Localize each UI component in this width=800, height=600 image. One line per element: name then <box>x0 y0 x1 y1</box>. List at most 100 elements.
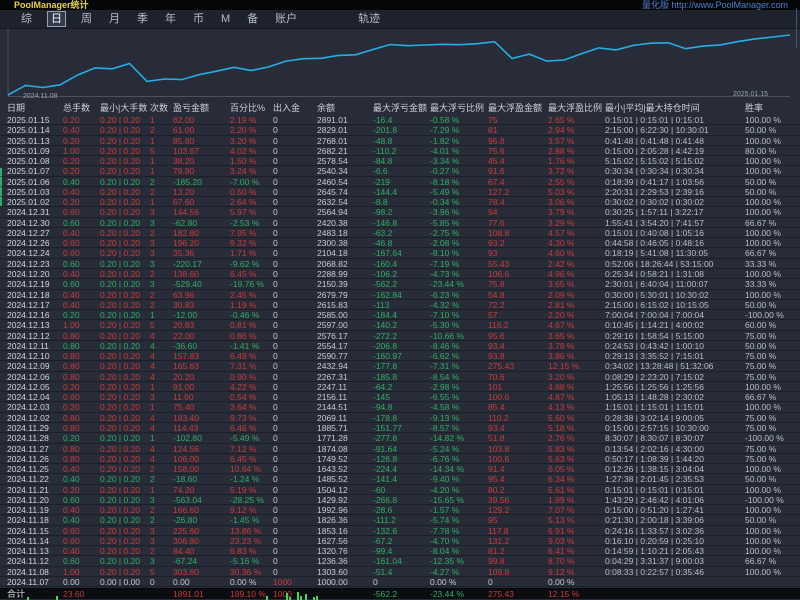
table-cell: 75.6 <box>488 146 548 155</box>
table-cell: 2025.01.09 <box>7 146 63 155</box>
table-row[interactable]: 2024.12.190.600.20 | 0.203-529.40-19.76 … <box>0 279 800 289</box>
table-cell: -4.20 % <box>430 485 488 494</box>
table-row[interactable]: 2024.12.180.400.20 | 0.20263.962.45 %026… <box>0 290 800 300</box>
table-row[interactable]: 2024.11.200.600.20 | 0.203-563.04-28.25 … <box>0 495 800 505</box>
table-cell: 0.80 <box>63 351 100 360</box>
table-cell: 6.34 % <box>548 474 605 483</box>
table-row[interactable]: 2024.12.270.400.20 | 0.202182.807.95 %02… <box>0 228 800 238</box>
table-row[interactable]: 2024.12.200.400.20 | 0.202138.606.45 %02… <box>0 269 800 279</box>
table-row[interactable]: 2024.11.290.800.20 | 0.204114.436.46 %01… <box>0 423 800 433</box>
table-row[interactable]: 2025.01.080.200.20 | 0.20138.201.50 %025… <box>0 156 800 166</box>
table-cell: 1.00 <box>63 146 100 155</box>
table-cell: 4 <box>150 444 173 453</box>
table-cell: 2576.17 <box>317 331 373 340</box>
table-row[interactable]: 2024.12.060.800.20 | 0.20420.200.90 %022… <box>0 372 800 382</box>
table-row[interactable]: 2024.11.220.400.20 | 0.202-18.60-1.24 %0… <box>0 474 800 484</box>
vendor-link[interactable]: 量化版 http://www.PoolManager.com <box>642 0 788 10</box>
table-cell: 2024.11.22 <box>7 474 63 483</box>
table-row[interactable]: 2024.12.310.600.20 | 0.203144.565.97 %02… <box>0 207 800 217</box>
table-cell: 5.60 % <box>548 413 605 422</box>
table-row[interactable]: 2024.12.120.800.20 | 0.20422.000.86 %025… <box>0 331 800 341</box>
table-row[interactable]: 2024.12.240.600.20 | 0.20335.361.71 %021… <box>0 248 800 258</box>
menu-item-2[interactable]: 日 <box>47 11 66 27</box>
table-row[interactable]: 2024.11.130.400.20 | 0.20284.406.83 %013… <box>0 546 800 556</box>
table-cell: 0 <box>273 218 317 227</box>
table-cell: 0:34:02 | 13:28:48 | 51:32:06 <box>605 361 745 370</box>
menu-item-6[interactable]: 年 <box>163 12 178 26</box>
table-row[interactable]: 2024.11.070.000.00 | 0.0000.000.00 %1000… <box>0 577 800 587</box>
table-row[interactable]: 2025.01.130.200.20 | 0.20185.803.20 %027… <box>0 136 800 146</box>
table-cell: -0.34 % <box>430 197 488 206</box>
table-cell: 0:15:01 | 0:40:08 | 1:05:16 <box>605 228 745 237</box>
table-cell: 3 <box>150 248 173 257</box>
menu-item-10[interactable]: 账户 <box>273 12 299 26</box>
table-row[interactable]: 2024.12.160.200.20 | 0.201-12.00-0.46 %0… <box>0 310 800 320</box>
table-cell: 84.40 <box>173 546 230 555</box>
table-row[interactable]: 2024.12.030.200.20 | 0.20175.403.64 %021… <box>0 402 800 412</box>
table-row[interactable]: 2024.12.020.800.20 | 0.204183.409.73 %02… <box>0 413 800 423</box>
table-row[interactable]: 2025.01.070.200.20 | 0.20179.803.24 %025… <box>0 166 800 176</box>
scrollbar-edge[interactable] <box>796 8 797 48</box>
table-row[interactable]: 2024.12.110.800.20 | 0.204-36.60-1.41 %0… <box>0 341 800 351</box>
menu-item-11[interactable]: 轨迹 <box>356 12 382 26</box>
table-cell: -51.4 <box>373 567 430 576</box>
table-cell: -177.8 <box>373 361 430 370</box>
table-row[interactable]: 2024.12.100.800.20 | 0.204157.836.49 %02… <box>0 351 800 361</box>
table-cell: 0 <box>273 485 317 494</box>
table-row[interactable]: 2025.01.030.400.20 | 0.20213.200.50 %026… <box>0 187 800 197</box>
table-cell: 0:18:19 | 5:41:08 | 11:30:05 <box>605 248 745 257</box>
table-row[interactable]: 2025.01.060.400.20 | 0.202-185.20-7.00 %… <box>0 177 800 187</box>
table-cell: 0.20 | 0.20 <box>100 279 150 288</box>
menu-item-1[interactable]: 综 <box>19 12 34 26</box>
table-row[interactable]: 2024.11.270.800.20 | 0.204124.567.12 %01… <box>0 444 800 454</box>
menu-item-3[interactable]: 周 <box>79 12 94 26</box>
menu-item-9[interactable]: 备 <box>245 12 260 26</box>
table-row[interactable]: 2025.01.091.000.20 | 0.205103.674.02 %02… <box>0 146 800 156</box>
table-cell <box>745 577 793 586</box>
table-cell: -3.96 % <box>430 207 488 216</box>
menu-item-4[interactable]: 月 <box>107 12 122 26</box>
table-row[interactable]: 2024.11.280.200.20 | 0.201-102.80-5.49 %… <box>0 433 800 443</box>
table-row[interactable]: 2024.12.170.400.20 | 0.20230.831.19 %026… <box>0 300 800 310</box>
table-row[interactable]: 2024.11.250.400.20 | 0.202158.0010.64 %0… <box>0 464 800 474</box>
table-cell: 0.60 <box>63 526 100 535</box>
table-row[interactable]: 2024.12.230.600.20 | 0.203-220.17-9.62 %… <box>0 259 800 269</box>
menu-item-7[interactable]: 币 <box>191 12 206 26</box>
table-row[interactable]: 2024.12.260.600.20 | 0.203196.209.32 %02… <box>0 238 800 248</box>
table-cell: 1 <box>150 485 173 494</box>
table-row[interactable]: 2024.12.300.600.20 | 0.203-62.80-2.53 %0… <box>0 218 800 228</box>
table-cell: 1 <box>150 402 173 411</box>
table-cell: 0.20 <box>63 156 100 165</box>
table-row[interactable]: 2024.11.190.400.20 | 0.202166.609.12 %01… <box>0 505 800 515</box>
table-row[interactable]: 2024.11.150.600.20 | 0.203225.6013.86 %0… <box>0 526 800 536</box>
table-row[interactable]: 2025.01.020.200.20 | 0.20167.602.64 %026… <box>0 197 800 207</box>
table-row[interactable]: 2024.12.090.800.20 | 0.204165.637.31 %02… <box>0 361 800 371</box>
table-cell: -0.58 % <box>430 115 488 124</box>
table-row[interactable]: 2025.01.140.400.20 | 0.20261.002.20 %028… <box>0 125 800 135</box>
table-cell: 61.00 <box>173 125 230 134</box>
table-row[interactable]: 2024.11.120.600.20 | 0.203-67.24-5.16 %0… <box>0 556 800 566</box>
table-cell: -100.00 % <box>745 310 793 319</box>
table-row[interactable]: 2024.11.081.000.20 | 0.205303.6030.36 %0… <box>0 567 800 577</box>
table-cell: 13.86 % <box>230 526 273 535</box>
table-cell: -67.24 <box>173 556 230 565</box>
table-cell: 2024.11.21 <box>7 485 63 494</box>
menu-item-8[interactable]: M <box>219 12 232 26</box>
table-row[interactable]: 2024.12.040.600.20 | 0.20311.600.54 %021… <box>0 392 800 402</box>
table-cell: 0:10:45 | 1:14:21 | 4:00:02 <box>605 320 745 329</box>
table-row[interactable]: 2024.12.050.200.20 | 0.20191.004.22 %022… <box>0 382 800 392</box>
chart-end-date: 2025.01.15 <box>733 91 768 98</box>
table-cell: 1992.96 <box>317 505 373 514</box>
table-row[interactable]: 2024.11.260.800.20 | 0.204106.006.45 %01… <box>0 454 800 464</box>
table-row[interactable]: 2024.11.210.200.20 | 0.20174.205.19 %015… <box>0 485 800 495</box>
table-row[interactable]: 2025.01.150.200.20 | 0.20162.002.19 %028… <box>0 115 800 125</box>
mini-bar <box>300 596 302 600</box>
table-cell: -7.10 % <box>430 310 488 319</box>
table-cell: -91.64 <box>373 444 430 453</box>
menu-item-5[interactable]: 季 <box>135 12 150 26</box>
table-row[interactable]: 2024.11.140.600.20 | 0.203306.8023.23 %0… <box>0 536 800 546</box>
table-cell: 100.00 % <box>745 536 793 545</box>
table-row[interactable]: 2024.11.180.400.20 | 0.202-26.80-1.45 %0… <box>0 515 800 525</box>
table-row[interactable]: 2024.12.131.000.20 | 0.20520.830.81 %025… <box>0 320 800 330</box>
table-cell: 0.80 <box>63 423 100 432</box>
